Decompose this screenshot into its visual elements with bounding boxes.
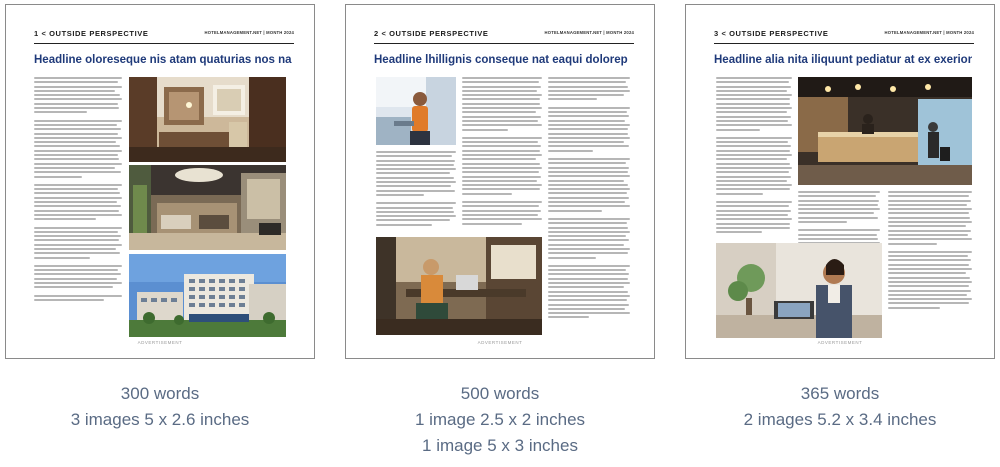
hotel-lobby-photo [129, 165, 286, 250]
header-rule [374, 43, 634, 44]
page-1-caption: 300 words 3 images 5 x 2.6 inches [5, 381, 315, 433]
word-count: 500 words [460, 384, 540, 403]
layout-page-2: 2 < OUTSIDE PERSPECTIVE HOTELMANAGEMENT.… [345, 4, 655, 359]
body-text-column [376, 151, 456, 228]
headline: Headline lhillignis conseque nat eaqui d… [374, 54, 628, 66]
section-label: 1 < OUTSIDE PERSPECTIVE [34, 29, 149, 38]
image-spec: 2 images 5.2 x 3.4 inches [743, 410, 937, 429]
section-label: 3 < OUTSIDE PERSPECTIVE [714, 29, 829, 38]
body-text-column [888, 191, 972, 311]
page-header: 3 < OUTSIDE PERSPECTIVE HOTELMANAGEMENT.… [714, 29, 974, 41]
image-spec: 1 image 5 x 3 inches [422, 436, 578, 455]
body-text-column [798, 191, 880, 251]
layout-page-3: 3 < OUTSIDE PERSPECTIVE HOTELMANAGEMENT.… [685, 4, 995, 359]
word-count: 365 words [800, 384, 880, 403]
page-header: 2 < OUTSIDE PERSPECTIVE HOTELMANAGEMENT.… [374, 29, 634, 41]
image-spec: 1 image 2.5 x 2 inches [414, 410, 586, 429]
site-label: HOTELMANAGEMENT.NET | MONTH 2024 [884, 30, 974, 35]
body-text-column [716, 77, 792, 235]
image-spec: 3 images 5 x 2.6 inches [70, 410, 250, 429]
body-text-column [462, 77, 542, 227]
header-rule [34, 43, 294, 44]
headline: Headline oloreseque nis atam quaturias n… [34, 54, 292, 66]
guest-at-desk-photo [376, 237, 542, 335]
site-label: HOTELMANAGEMENT.NET | MONTH 2024 [544, 30, 634, 35]
hotel-guest-photo [376, 77, 456, 145]
advertisement-label: ADVERTISEMENT [477, 340, 523, 345]
hotel-room-photo [129, 77, 286, 162]
body-text-column [548, 77, 630, 321]
hotel-reception-photo [798, 77, 972, 185]
woman-at-laptop-photo [716, 243, 882, 338]
word-count: 300 words [120, 384, 200, 403]
advertisement-label: ADVERTISEMENT [137, 340, 183, 345]
header-rule [714, 43, 974, 44]
layout-page-1: 1 < OUTSIDE PERSPECTIVE HOTELMANAGEMENT.… [5, 4, 315, 359]
headline: Headline alia nita iliquunt pediatur at … [714, 54, 972, 66]
page-3-caption: 365 words 2 images 5.2 x 3.4 inches [685, 381, 995, 433]
site-label: HOTELMANAGEMENT.NET | MONTH 2024 [204, 30, 294, 35]
body-text-column [34, 77, 122, 303]
hotel-exterior-photo [129, 254, 286, 337]
page-header: 1 < OUTSIDE PERSPECTIVE HOTELMANAGEMENT.… [34, 29, 294, 41]
page-2-caption: 500 words 1 image 2.5 x 2 inches 1 image… [345, 381, 655, 459]
advertisement-label: ADVERTISEMENT [817, 340, 863, 345]
section-label: 2 < OUTSIDE PERSPECTIVE [374, 29, 489, 38]
